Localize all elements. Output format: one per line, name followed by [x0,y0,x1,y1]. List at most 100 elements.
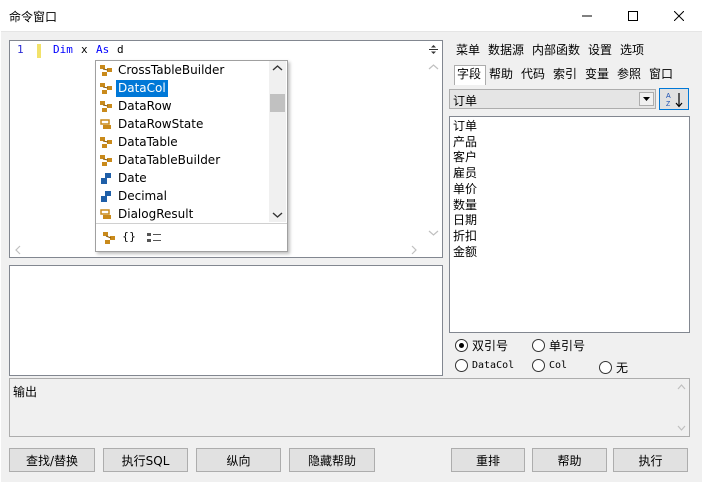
radio-label: 双引号 [472,339,509,353]
table-select[interactable]: 订单 [449,89,656,109]
scroll-up-icon[interactable] [677,384,686,390]
field-list-item[interactable]: 日期 [453,212,477,228]
scroll-thumb[interactable] [270,94,285,112]
autocomplete-item[interactable]: DataRow [96,97,271,115]
autocomplete-filter-bar: {} [96,223,287,251]
execute-sql-button[interactable]: 执行SQL [103,448,188,472]
field-list-item[interactable]: 数量 [453,197,477,213]
radio-none[interactable]: 无 [599,359,628,376]
radio-circle [599,361,612,374]
radio-col[interactable]: Col [532,359,567,372]
find-replace-button[interactable]: 查找/替换 [9,448,95,472]
tab-index[interactable]: 索引 [553,64,577,84]
output-panel[interactable]: 输出 [9,378,690,437]
radio-double-quote[interactable]: 双引号 [455,337,508,354]
radio-circle [455,339,468,352]
tab-settings[interactable]: 设置 [588,40,612,60]
scroll-left-icon[interactable] [14,245,22,255]
sort-az-button[interactable]: A Z [659,88,689,110]
output-label: 输出 [13,385,38,399]
member-filter-icon[interactable] [146,231,162,248]
hide-help-button[interactable]: 隐藏帮助 [289,448,375,472]
tab-code[interactable]: 代码 [521,64,545,84]
radio-circle [455,359,468,372]
class-icon [96,151,116,169]
field-list[interactable]: 订单 产品 客户 雇员 单价 数量 日期 折扣 金额 [449,116,690,333]
autocomplete-item[interactable]: Date [96,169,271,187]
field-list-item[interactable]: 产品 [453,134,477,150]
tab-fields[interactable]: 字段 [457,64,481,84]
scroll-up-icon[interactable] [272,64,283,72]
autocomplete-item-label: DataTable [118,134,178,149]
autocomplete-item[interactable]: DataCol [96,79,271,97]
class-icon [96,97,116,115]
maximize-icon [628,10,638,21]
radio-circle [532,339,545,352]
close-button[interactable] [656,0,702,31]
autocomplete-scrollbar[interactable] [269,61,286,222]
autocomplete-item[interactable]: DialogResult [96,205,271,223]
autocomplete-item[interactable]: DataRowState [96,115,271,133]
line-number: 1 [17,43,24,56]
radio-label: DataCol [472,360,515,371]
maximize-button[interactable] [610,0,656,31]
namespace-filter-icon[interactable]: {} [122,230,136,243]
autocomplete-item-label: DataTableBuilder [118,152,221,167]
tab-help[interactable]: 帮助 [489,64,513,84]
tab-internal-functions[interactable]: 内部函数 [532,40,580,60]
radio-circle [532,359,545,372]
table-select-value: 订单 [453,94,478,108]
code-keyword-as: As [96,43,110,56]
svg-text:Z: Z [666,101,671,108]
tab-datasource[interactable]: 数据源 [488,40,524,60]
code-typed-text: d [117,43,124,56]
field-list-item[interactable]: 金额 [453,244,477,260]
field-list-item[interactable]: 雇员 [453,165,477,181]
autocomplete-item[interactable]: DataTableBuilder [96,151,271,169]
class-icon [96,133,116,151]
scroll-down-icon[interactable] [677,425,686,431]
tab-reference[interactable]: 参照 [617,64,641,84]
split-icon [429,45,438,54]
radio-datacol[interactable]: DataCol [455,359,514,372]
autocomplete-item-label: Date [118,170,147,185]
class-icon [96,79,116,97]
autocomplete-item-label: CrossTableBuilder [118,62,225,77]
radio-label: 无 [616,361,629,375]
autocomplete-item-label: DataRowState [118,116,204,131]
field-list-item[interactable]: 订单 [453,118,477,134]
radio-single-quote[interactable]: 单引号 [532,337,585,354]
minimize-button[interactable] [564,0,610,31]
field-list-item[interactable]: 客户 [453,149,477,165]
scroll-down-icon[interactable] [272,211,283,219]
svg-text:A: A [666,93,671,100]
rearrange-button[interactable]: 重排 [451,448,525,472]
tab-window[interactable]: 窗口 [649,64,673,84]
autocomplete-item-label: DataRow [118,98,172,113]
close-icon [674,10,684,21]
help-button[interactable]: 帮助 [532,448,607,472]
enum-icon [96,205,116,223]
field-list-item[interactable]: 折扣 [453,228,477,244]
scroll-right-icon[interactable] [410,245,418,255]
radio-label: 单引号 [549,339,586,353]
scroll-down-icon[interactable] [428,229,439,237]
editor-vertical-scrollbar[interactable] [425,41,442,242]
execute-button[interactable]: 执行 [613,448,688,472]
dropdown-arrow-icon[interactable] [639,92,654,106]
secondary-editor-panel[interactable] [9,265,443,376]
vertical-layout-button[interactable]: 纵向 [196,448,281,472]
autocomplete-item[interactable]: DataTable [96,133,271,151]
class-filter-icon[interactable] [102,231,118,248]
autocomplete-item[interactable]: CrossTableBuilder [96,61,271,79]
field-list-item[interactable]: 单价 [453,181,477,197]
tab-menu[interactable]: 菜单 [456,40,480,60]
struct-icon [96,187,116,205]
scroll-up-icon[interactable] [428,63,439,71]
tab-options[interactable]: 选项 [620,40,644,60]
autocomplete-item[interactable]: Decimal [96,187,271,205]
radio-label: Col [549,360,568,371]
autocomplete-item-label: Decimal [118,188,167,203]
tab-variables[interactable]: 变量 [585,64,609,84]
autocomplete-item-label: DataCol [116,79,168,97]
